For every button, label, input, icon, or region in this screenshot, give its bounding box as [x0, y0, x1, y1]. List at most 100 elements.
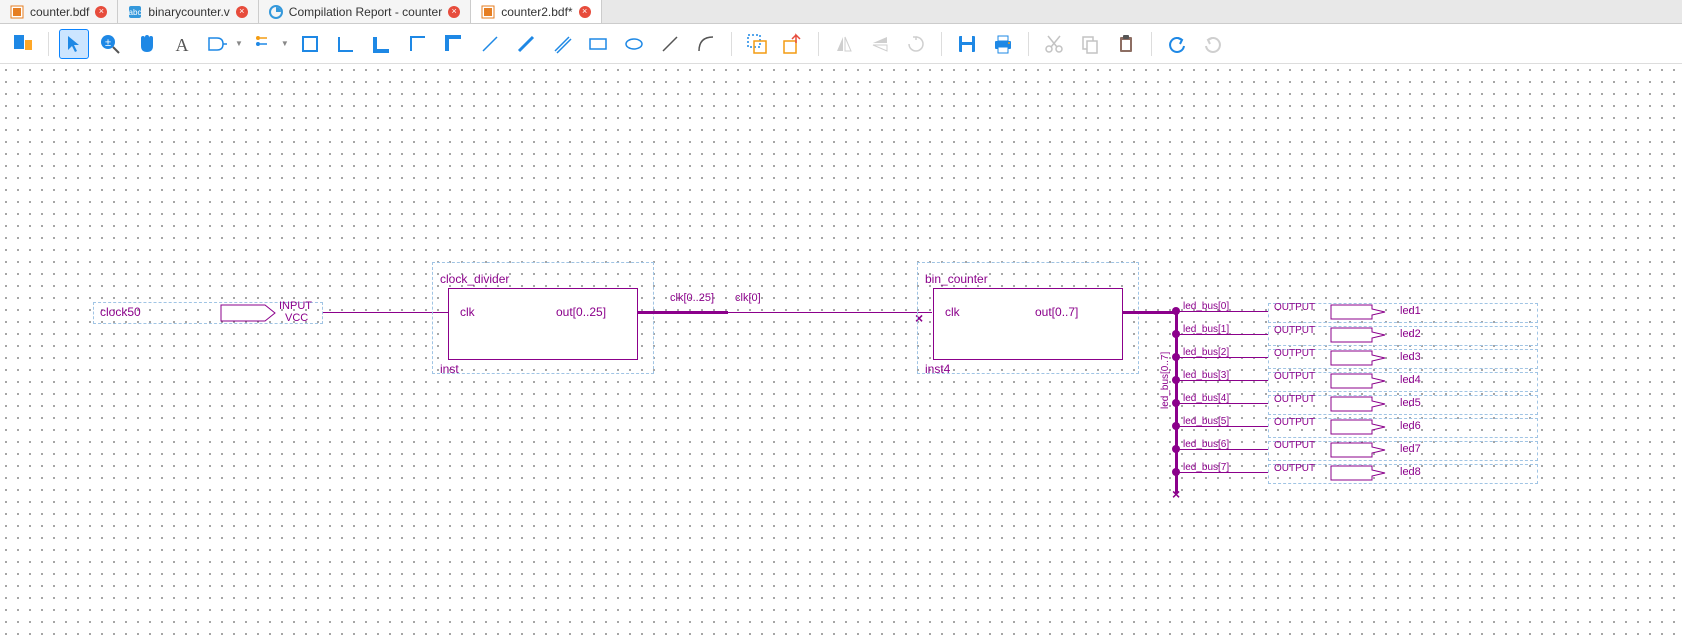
block-title: clock_divider	[440, 272, 509, 286]
close-icon[interactable]: ×	[95, 6, 107, 18]
net-label: led_bus[4]	[1183, 393, 1229, 404]
close-icon[interactable]: ×	[236, 6, 248, 18]
rectangle-icon[interactable]	[583, 29, 613, 59]
net-label: led_bus[6]	[1183, 439, 1229, 450]
zoom-tool-icon[interactable]: ±	[95, 29, 125, 59]
input-type-label: INPUT	[279, 300, 312, 312]
net-label: led_bus[0]	[1183, 301, 1229, 312]
redo-icon[interactable]	[1198, 29, 1228, 59]
tab-label: binarycounter.v	[148, 5, 229, 19]
svg-text:A: A	[176, 35, 189, 54]
separator	[1151, 32, 1152, 56]
net-label: led_bus[7]	[1183, 462, 1229, 473]
output-pin-name: led2	[1400, 328, 1421, 340]
arc-icon[interactable]	[691, 29, 721, 59]
bus-stub-label: led_bus[0..7]	[1160, 352, 1171, 409]
symbol-tool-icon[interactable]	[203, 29, 233, 59]
port-out: out[0..7]	[1035, 305, 1078, 319]
rotate-icon[interactable]	[901, 29, 931, 59]
block-body	[448, 288, 638, 360]
output-pin-shape-icon	[1330, 396, 1390, 412]
diagonal-bus-icon[interactable]	[511, 29, 541, 59]
paste-icon[interactable]	[1111, 29, 1141, 59]
pin-tool-icon[interactable]	[249, 29, 279, 59]
orthogonal-bus-icon[interactable]	[367, 29, 397, 59]
line-icon[interactable]	[655, 29, 685, 59]
output-pin-name: led7	[1400, 443, 1421, 455]
output-pin-shape-icon	[1330, 304, 1390, 320]
separator	[818, 32, 819, 56]
hand-tool-icon[interactable]	[131, 29, 161, 59]
tab-label: counter2.bdf*	[501, 5, 572, 19]
output-type-label: OUTPUT	[1274, 417, 1315, 428]
output-pin-shape-icon	[1330, 373, 1390, 389]
bdf-file-icon	[10, 5, 24, 19]
tab-counter2-bdf[interactable]: counter2.bdf* ×	[471, 0, 601, 23]
output-type-label: OUTPUT	[1274, 440, 1315, 451]
output-pin-name: led6	[1400, 420, 1421, 432]
block-tool-icon[interactable]	[295, 29, 325, 59]
block-title: bin_counter	[925, 272, 988, 286]
copy-icon[interactable]	[1075, 29, 1105, 59]
output-pin-shape-icon	[1330, 442, 1390, 458]
oval-icon[interactable]	[619, 29, 649, 59]
orthogonal-conduit-icon[interactable]	[403, 29, 433, 59]
dropdown-icon[interactable]: ▼	[281, 39, 289, 48]
svg-text:±: ±	[105, 37, 111, 49]
tab-counter-bdf[interactable]: counter.bdf ×	[0, 0, 118, 23]
block-instance: inst4	[925, 362, 950, 376]
output-pin-name: led4	[1400, 374, 1421, 386]
input-pin-name: clock50	[100, 305, 141, 319]
undo-icon[interactable]	[1162, 29, 1192, 59]
text-tool-icon[interactable]: A	[167, 29, 197, 59]
input-tie-label: VCC	[285, 312, 308, 324]
tab-binarycounter-v[interactable]: abc binarycounter.v ×	[118, 0, 258, 23]
svg-text:abc: abc	[129, 8, 142, 17]
wire[interactable]	[323, 312, 448, 313]
rubberband-icon[interactable]	[742, 29, 772, 59]
net-label: clk[0]	[735, 292, 761, 304]
bus-wire[interactable]	[638, 311, 728, 314]
net-label: clk[0..25]	[670, 292, 714, 304]
output-pin-shape-icon	[1330, 350, 1390, 366]
separator	[731, 32, 732, 56]
separator	[48, 32, 49, 56]
diagonal-conduit-icon[interactable]	[547, 29, 577, 59]
output-pin-name: led1	[1400, 305, 1421, 317]
block-instance: inst	[440, 362, 459, 376]
net-label: led_bus[3]	[1183, 370, 1229, 381]
tab-label: Compilation Report - counter	[289, 5, 442, 19]
conduit-icon[interactable]	[439, 29, 469, 59]
separator	[1028, 32, 1029, 56]
dangling-x-icon: ×	[1172, 486, 1180, 502]
partial-line-icon[interactable]	[778, 29, 808, 59]
output-type-label: OUTPUT	[1274, 394, 1315, 405]
tab-label: counter.bdf	[30, 5, 89, 19]
net-label: led_bus[2]	[1183, 347, 1229, 358]
output-type-label: OUTPUT	[1274, 371, 1315, 382]
flip-horizontal-icon[interactable]	[829, 29, 859, 59]
output-pin-name: led8	[1400, 466, 1421, 478]
diagonal-node-icon[interactable]	[475, 29, 505, 59]
output-type-label: OUTPUT	[1274, 463, 1315, 474]
cut-icon[interactable]	[1039, 29, 1069, 59]
print-icon[interactable]	[988, 29, 1018, 59]
bdf-file-icon	[481, 5, 495, 19]
pointer-tool-icon[interactable]	[59, 29, 89, 59]
window-tool-icon[interactable]	[8, 29, 38, 59]
orthogonal-node-icon[interactable]	[331, 29, 361, 59]
output-pin-shape-icon	[1330, 419, 1390, 435]
schematic-canvas[interactable]: clock50 INPUT VCC clock_divider clk out[…	[0, 64, 1682, 643]
output-type-label: OUTPUT	[1274, 348, 1315, 359]
close-icon[interactable]: ×	[448, 6, 460, 18]
dropdown-icon[interactable]: ▼	[235, 39, 243, 48]
save-icon[interactable]	[952, 29, 982, 59]
tab-compilation-report[interactable]: Compilation Report - counter ×	[259, 0, 471, 23]
flip-vertical-icon[interactable]	[865, 29, 895, 59]
close-icon[interactable]: ×	[579, 6, 591, 18]
port-clk: clk	[945, 305, 960, 319]
wire[interactable]	[728, 312, 932, 313]
bus-wire[interactable]	[1123, 311, 1178, 314]
output-pin-shape-icon	[1330, 327, 1390, 343]
report-icon	[269, 5, 283, 19]
